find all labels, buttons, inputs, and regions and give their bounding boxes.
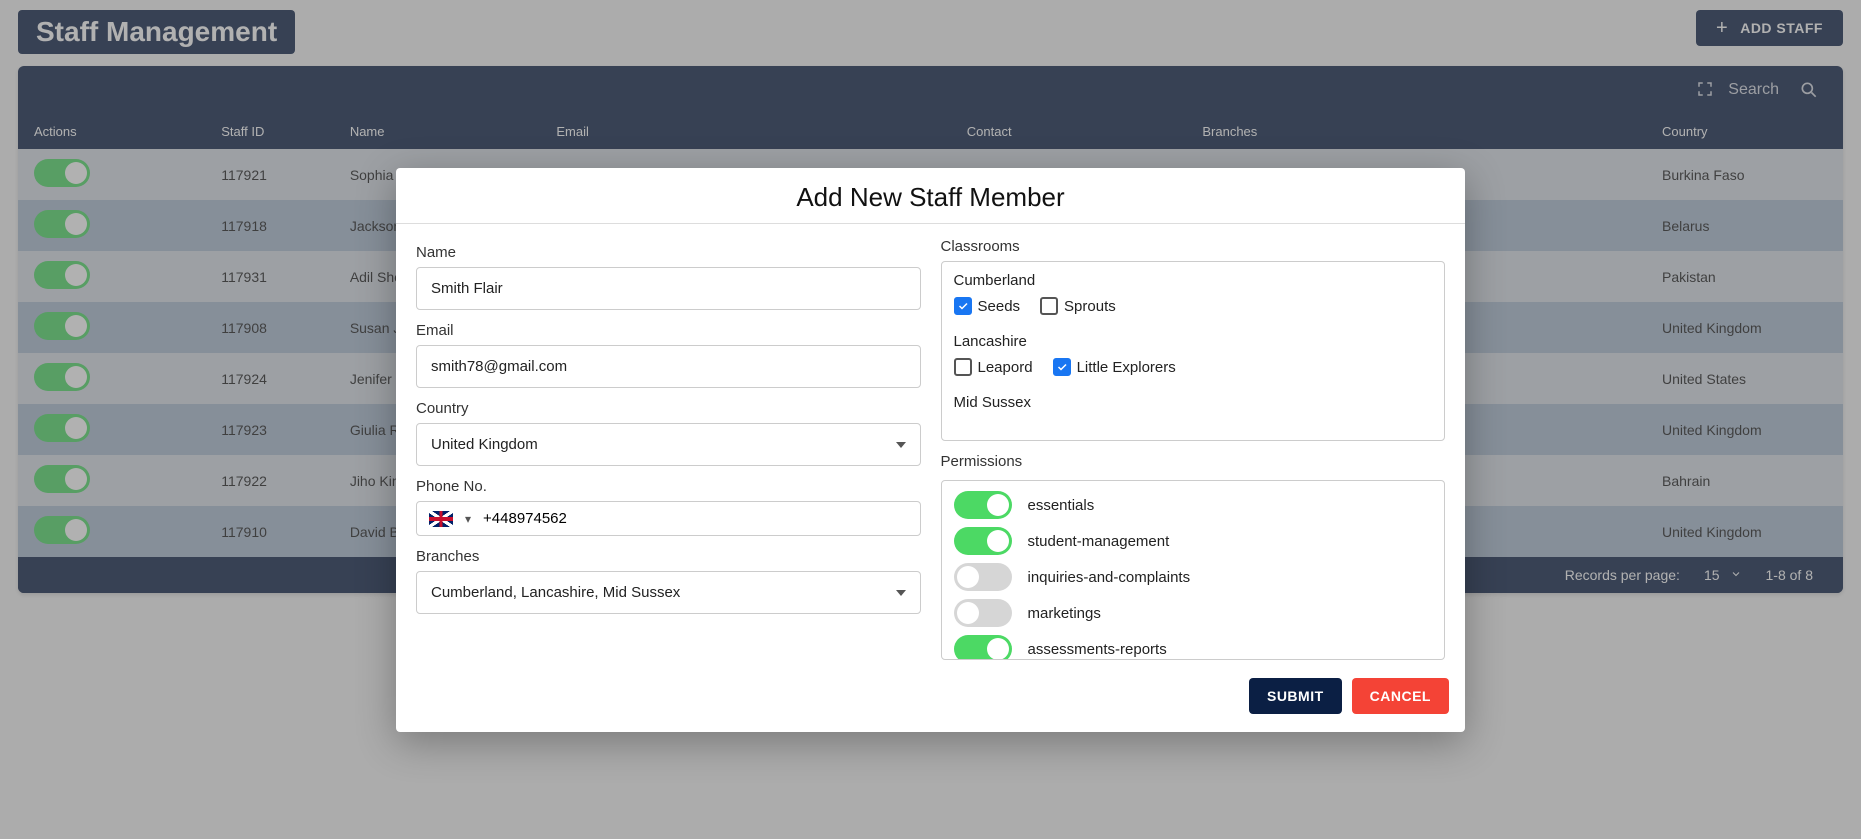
email-input[interactable] xyxy=(416,345,921,388)
checkbox-icon xyxy=(1053,358,1071,376)
branches-label: Branches xyxy=(416,548,921,565)
classroom-checkbox[interactable]: Leapord xyxy=(954,358,1033,376)
classroom-checkbox[interactable]: Sprouts xyxy=(1040,297,1116,315)
permissions-label: Permissions xyxy=(941,453,1446,470)
classroom-branch-name: Mid Sussex xyxy=(954,394,1433,411)
name-label: Name xyxy=(416,244,921,261)
classroom-branch-name: Lancashire xyxy=(954,333,1433,350)
permissions-panel[interactable]: essentials student-management inquiries-… xyxy=(941,480,1446,660)
classroom-branch-group: Mid Sussex xyxy=(954,394,1433,411)
modal-overlay[interactable]: Add New Staff Member Name Email Country … xyxy=(0,0,1861,839)
country-value: United Kingdom xyxy=(431,436,538,453)
modal-title: Add New Staff Member xyxy=(396,168,1465,224)
phone-field[interactable]: ▾ xyxy=(416,501,921,536)
add-staff-modal: Add New Staff Member Name Email Country … xyxy=(396,168,1465,732)
classroom-name: Little Explorers xyxy=(1077,359,1176,376)
permission-row: marketings xyxy=(954,599,1433,627)
permission-row: inquiries-and-complaints xyxy=(954,563,1433,591)
checkbox-icon xyxy=(954,297,972,315)
phone-input[interactable] xyxy=(483,510,907,527)
classroom-branch-group: Lancashire Leapord Little Explorers xyxy=(954,333,1433,376)
submit-button[interactable]: SUBMIT xyxy=(1249,678,1342,714)
permission-toggle[interactable] xyxy=(954,491,1012,519)
checkbox-icon xyxy=(1040,297,1058,315)
classroom-name: Sprouts xyxy=(1064,298,1116,315)
classroom-branch-name: Cumberland xyxy=(954,272,1433,289)
phone-label: Phone No. xyxy=(416,478,921,495)
country-label: Country xyxy=(416,400,921,417)
classroom-checkbox[interactable]: Seeds xyxy=(954,297,1021,315)
branches-value: Cumberland, Lancashire, Mid Sussex xyxy=(431,584,680,601)
classroom-checkbox[interactable]: Little Explorers xyxy=(1053,358,1176,376)
permission-toggle[interactable] xyxy=(954,635,1012,660)
branches-select[interactable]: Cumberland, Lancashire, Mid Sussex xyxy=(416,571,921,614)
name-input[interactable] xyxy=(416,267,921,310)
chevron-down-icon xyxy=(896,590,906,596)
classroom-name: Seeds xyxy=(978,298,1021,315)
permission-label: marketings xyxy=(1028,605,1101,622)
permission-toggle[interactable] xyxy=(954,563,1012,591)
permission-row: assessments-reports xyxy=(954,635,1433,660)
cancel-button[interactable]: CANCEL xyxy=(1352,678,1449,714)
permission-label: essentials xyxy=(1028,497,1095,514)
classrooms-label: Classrooms xyxy=(941,238,1446,255)
uk-flag-icon xyxy=(429,511,453,527)
permission-label: assessments-reports xyxy=(1028,641,1167,658)
permission-toggle[interactable] xyxy=(954,527,1012,555)
country-select[interactable]: United Kingdom xyxy=(416,423,921,466)
permission-label: inquiries-and-complaints xyxy=(1028,569,1191,586)
classroom-branch-group: Cumberland Seeds Sprouts xyxy=(954,272,1433,315)
email-label: Email xyxy=(416,322,921,339)
chevron-down-icon[interactable]: ▾ xyxy=(465,512,471,526)
classroom-name: Leapord xyxy=(978,359,1033,376)
permission-toggle[interactable] xyxy=(954,599,1012,627)
classrooms-panel[interactable]: CumberlandSeedsSproutsLancashireLeapordL… xyxy=(941,261,1446,441)
permission-row: student-management xyxy=(954,527,1433,555)
permission-label: student-management xyxy=(1028,533,1170,550)
checkbox-icon xyxy=(954,358,972,376)
chevron-down-icon xyxy=(896,442,906,448)
permission-row: essentials xyxy=(954,491,1433,519)
